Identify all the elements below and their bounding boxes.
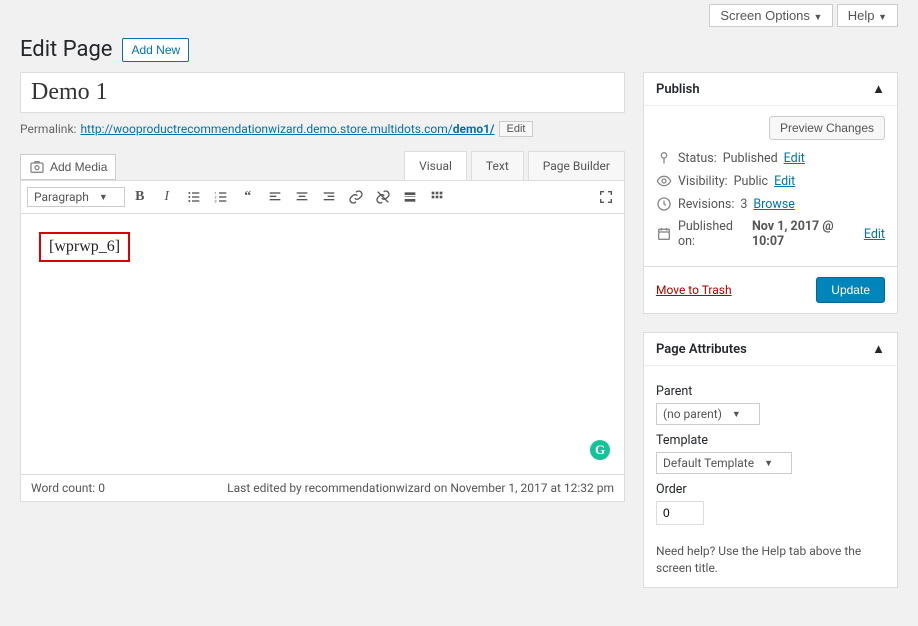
revisions-icon (656, 196, 672, 212)
chevron-down-icon: ▼ (732, 409, 741, 420)
tab-visual[interactable]: Visual (404, 151, 467, 180)
attributes-heading[interactable]: Page Attributes▲ (644, 333, 897, 366)
toolbar-toggle-button[interactable] (425, 185, 449, 209)
publish-heading[interactable]: Publish▲ (644, 73, 897, 106)
pin-icon (656, 150, 672, 166)
calendar-icon (656, 226, 672, 242)
permalink-edit-button[interactable]: Edit (499, 121, 534, 137)
last-edited: Last edited by recommendationwizard on N… (227, 481, 614, 495)
attributes-help-text: Need help? Use the Help tab above the sc… (656, 543, 885, 577)
quote-button[interactable]: “ (236, 185, 260, 209)
post-title-input[interactable] (20, 72, 625, 113)
help-label: Help (848, 8, 875, 23)
add-media-label: Add Media (50, 160, 107, 174)
screen-options-label: Screen Options (720, 8, 810, 23)
format-select[interactable]: Paragraph▼ (27, 187, 125, 207)
eye-icon (656, 173, 672, 189)
tab-page-builder[interactable]: Page Builder (528, 151, 625, 180)
page-title: Edit Page (20, 37, 112, 62)
help-button[interactable]: Help ▼ (837, 4, 898, 27)
preview-changes-button[interactable]: Preview Changes (769, 116, 885, 140)
collapse-icon: ▲ (872, 341, 885, 357)
word-count: Word count: 0 (31, 481, 105, 495)
status-edit-link[interactable]: Edit (784, 151, 805, 166)
italic-button[interactable]: I (155, 185, 179, 209)
camera-icon (29, 159, 45, 175)
collapse-icon: ▲ (872, 81, 885, 97)
order-label: Order (656, 482, 885, 497)
revisions-browse-link[interactable]: Browse (753, 197, 795, 212)
fullscreen-button[interactable] (594, 185, 618, 209)
tab-text[interactable]: Text (471, 151, 524, 180)
move-to-trash-link[interactable]: Move to Trash (656, 283, 732, 297)
bullet-list-button[interactable] (182, 185, 206, 209)
unlink-button[interactable] (371, 185, 395, 209)
bold-button[interactable]: B (128, 185, 152, 209)
align-center-button[interactable] (290, 185, 314, 209)
align-left-button[interactable] (263, 185, 287, 209)
page-attributes-panel: Page Attributes▲ Parent (no parent)▼ Tem… (643, 332, 898, 588)
published-edit-link[interactable]: Edit (864, 227, 885, 242)
update-button[interactable]: Update (816, 277, 885, 303)
add-new-button[interactable]: Add New (122, 38, 189, 62)
chevron-down-icon: ▼ (814, 12, 823, 22)
parent-select[interactable]: (no parent)▼ (656, 403, 760, 425)
chevron-down-icon: ▼ (878, 12, 887, 22)
grammarly-icon[interactable]: G (590, 440, 610, 460)
visibility-edit-link[interactable]: Edit (774, 174, 795, 189)
add-media-button[interactable]: Add Media (20, 154, 116, 180)
permalink-label: Permalink: (20, 122, 76, 136)
parent-label: Parent (656, 384, 885, 399)
editor-content[interactable]: [wprwp_6] G (21, 214, 624, 474)
link-button[interactable] (344, 185, 368, 209)
read-more-button[interactable] (398, 185, 422, 209)
chevron-down-icon: ▼ (764, 458, 773, 469)
chevron-down-icon: ▼ (99, 192, 108, 203)
shortcode-highlight: [wprwp_6] (39, 232, 130, 262)
template-label: Template (656, 433, 885, 448)
screen-options-button[interactable]: Screen Options ▼ (709, 4, 833, 27)
editor-toolbar: Paragraph▼ B I 123 “ (21, 181, 624, 214)
numbered-list-button[interactable]: 123 (209, 185, 233, 209)
svg-text:3: 3 (214, 198, 216, 203)
align-right-button[interactable] (317, 185, 341, 209)
permalink-link[interactable]: http://wooproductrecommendationwizard.de… (80, 122, 494, 136)
publish-panel: Publish▲ Preview Changes Status: Publish… (643, 72, 898, 314)
template-select[interactable]: Default Template▼ (656, 452, 792, 474)
order-input[interactable] (656, 501, 704, 525)
